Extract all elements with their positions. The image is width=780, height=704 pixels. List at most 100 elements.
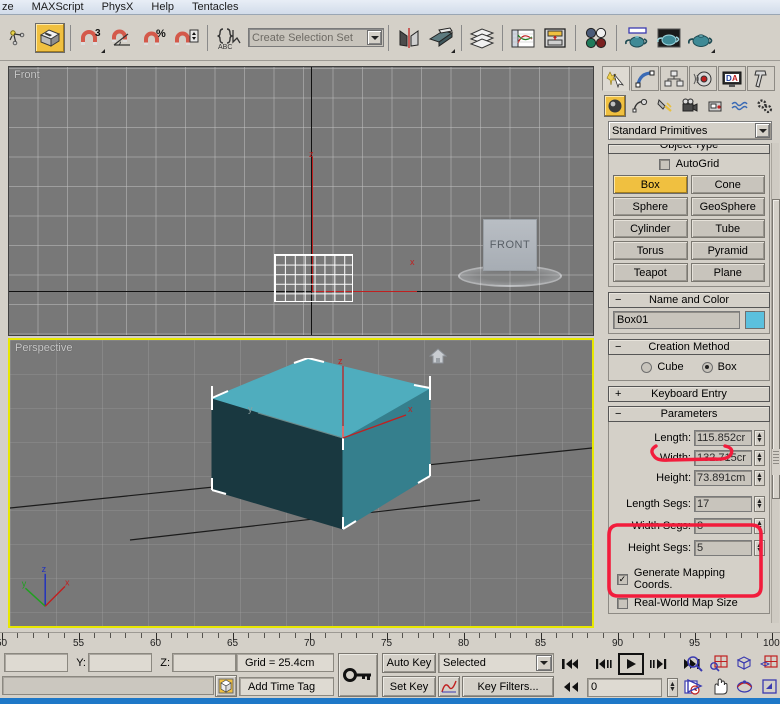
key-filters-curve-button[interactable] xyxy=(438,676,460,697)
rollout-keyboard-entry-header[interactable]: + Keyboard Entry xyxy=(608,386,770,402)
zoom-all-button[interactable] xyxy=(707,652,731,674)
autogrid-checkbox[interactable] xyxy=(658,158,670,170)
length-field[interactable]: 115.852cr xyxy=(694,430,752,446)
radio-cube-wrap[interactable]: Cube xyxy=(641,361,684,373)
height-field[interactable]: 73.891cm xyxy=(694,470,752,486)
object-button-pyramid[interactable]: Pyramid xyxy=(690,241,765,260)
chevron-down-icon-category[interactable] xyxy=(755,123,770,138)
length-spinner[interactable]: ▲ ▼ xyxy=(754,430,765,446)
selection-set-input[interactable]: Create Selection Set xyxy=(248,28,384,47)
tab-hierarchy[interactable] xyxy=(660,66,688,91)
key-mode-nav-icon-wrap[interactable] xyxy=(558,677,584,697)
y-coordinate-field[interactable] xyxy=(88,653,152,672)
command-panel-scrollbar[interactable] xyxy=(771,143,780,623)
mirror-button[interactable] xyxy=(394,23,424,53)
object-button-sphere[interactable]: Sphere xyxy=(613,197,688,216)
radio-cube[interactable] xyxy=(641,361,653,373)
subtab-lights[interactable] xyxy=(654,95,676,117)
box-wireframe-front[interactable] xyxy=(274,254,353,302)
angle-snap-toggle-button[interactable] xyxy=(108,23,138,53)
viewcube-front[interactable]: FRONT xyxy=(483,219,537,271)
x-coordinate-field[interactable] xyxy=(4,653,68,672)
zoom-extents-button[interactable] xyxy=(732,652,756,674)
menu-physx[interactable]: PhysX xyxy=(93,0,143,14)
tab-create[interactable] xyxy=(602,66,630,91)
field-of-view-button[interactable] xyxy=(682,675,706,697)
key-filters-button[interactable]: Key Filters... xyxy=(462,676,554,697)
next-frame-button[interactable] xyxy=(646,654,670,674)
curve-editor-button[interactable] xyxy=(508,23,538,53)
selection-level-dropdown[interactable]: Selected xyxy=(438,653,554,673)
zoom-button[interactable] xyxy=(682,652,706,674)
subtab-systems[interactable] xyxy=(754,95,776,117)
object-button-box[interactable]: Box xyxy=(613,175,688,194)
material-editor-button[interactable] xyxy=(581,23,611,53)
object-button-cone[interactable]: Cone xyxy=(690,175,765,194)
add-time-tag-label[interactable]: Add Time Tag xyxy=(239,677,334,696)
menu-help[interactable]: Help xyxy=(142,0,183,14)
percent-snap-toggle-button[interactable]: % xyxy=(140,23,170,53)
real-world-map-size-checkbox[interactable] xyxy=(617,597,628,609)
radio-box-wrap[interactable]: Box xyxy=(701,361,737,373)
auto-key-button[interactable]: Auto Key xyxy=(382,653,436,673)
zoom-extents-all-button[interactable] xyxy=(757,652,780,674)
schematic-view-button[interactable] xyxy=(540,23,570,53)
object-color-swatch[interactable] xyxy=(745,311,765,329)
width-spinner[interactable]: ▲ ▼ xyxy=(754,450,765,466)
maximize-viewport-toggle[interactable] xyxy=(757,675,780,697)
menu-maxscript[interactable]: MAXScript xyxy=(23,0,93,14)
width-segs-spinner[interactable]: ▲ ▼ xyxy=(754,518,765,534)
play-animation-button[interactable] xyxy=(618,653,644,675)
object-button-tube[interactable]: Tube xyxy=(690,219,765,238)
key-mode-toggle-button[interactable] xyxy=(338,653,378,697)
pan-view-button[interactable] xyxy=(707,675,731,697)
menu-tentacles[interactable]: Tentacles xyxy=(183,0,247,14)
width-segs-field[interactable]: 8 xyxy=(694,518,752,534)
subtab-cameras[interactable] xyxy=(679,95,701,117)
named-selection-sets-button[interactable]: ABC xyxy=(213,23,243,53)
go-to-start-button[interactable] xyxy=(558,654,582,674)
subtab-shapes[interactable] xyxy=(629,95,651,117)
rollout-object-type-header[interactable]: Object Type xyxy=(608,144,770,154)
real-world-map-size-row[interactable]: Real-World Map Size xyxy=(613,597,765,609)
home-icon[interactable] xyxy=(429,348,447,364)
width-field[interactable]: 132.715cr xyxy=(694,450,752,466)
tab-modify[interactable] xyxy=(631,66,659,91)
subtab-helpers[interactable] xyxy=(704,95,726,117)
subtab-geometry[interactable] xyxy=(604,94,626,117)
generate-mapping-coords-row[interactable]: ✓ Generate Mapping Coords. xyxy=(613,567,765,591)
render-setup-button[interactable] xyxy=(622,23,652,53)
set-key-button[interactable]: Set Key xyxy=(382,676,436,697)
add-time-tag-cube-button[interactable] xyxy=(215,675,237,697)
chevron-down-icon[interactable] xyxy=(367,30,382,45)
object-button-plane[interactable]: Plane xyxy=(690,263,765,282)
timeline-ruler[interactable]: 50 55 60 65 70 75 80 85 90 95 100 xyxy=(0,632,780,650)
viewport-perspective-label[interactable]: Perspective xyxy=(15,342,72,354)
panel-grip[interactable] xyxy=(772,449,780,475)
layer-manager-button[interactable] xyxy=(467,23,497,53)
orbit-button[interactable] xyxy=(732,675,756,697)
length-segs-spinner[interactable]: ▲ ▼ xyxy=(754,496,765,512)
object-button-cylinder[interactable]: Cylinder xyxy=(613,219,688,238)
render-production-button[interactable] xyxy=(686,23,716,53)
object-button-geosphere[interactable]: GeoSphere xyxy=(690,197,765,216)
current-frame-field[interactable]: 0 xyxy=(587,677,662,697)
rollout-parameters-header[interactable]: − Parameters xyxy=(608,406,770,422)
box-object-3d[interactable]: z x y xyxy=(198,358,448,568)
menu-customize[interactable]: ze xyxy=(0,0,23,14)
rollout-name-color-header[interactable]: − Name and Color xyxy=(608,292,770,308)
object-button-teapot[interactable]: Teapot xyxy=(613,263,688,282)
snaps-toggle-button[interactable]: 3 xyxy=(76,23,106,53)
subtab-space-warps[interactable] xyxy=(729,95,751,117)
category-dropdown[interactable]: Standard Primitives xyxy=(608,121,772,140)
radio-box[interactable] xyxy=(701,361,713,373)
spinner-snap-toggle-button[interactable] xyxy=(172,23,202,53)
tab-motion[interactable] xyxy=(689,66,717,91)
select-object-button[interactable] xyxy=(35,22,65,53)
height-segs-field[interactable]: 5 xyxy=(694,540,752,556)
tab-utilities[interactable] xyxy=(747,66,775,91)
align-button[interactable] xyxy=(426,23,456,53)
select-and-link-button[interactable] xyxy=(3,23,33,53)
height-segs-spinner[interactable]: ▲ ▼ xyxy=(754,540,765,556)
viewport-perspective[interactable]: z x y W S N E xyxy=(8,338,594,628)
